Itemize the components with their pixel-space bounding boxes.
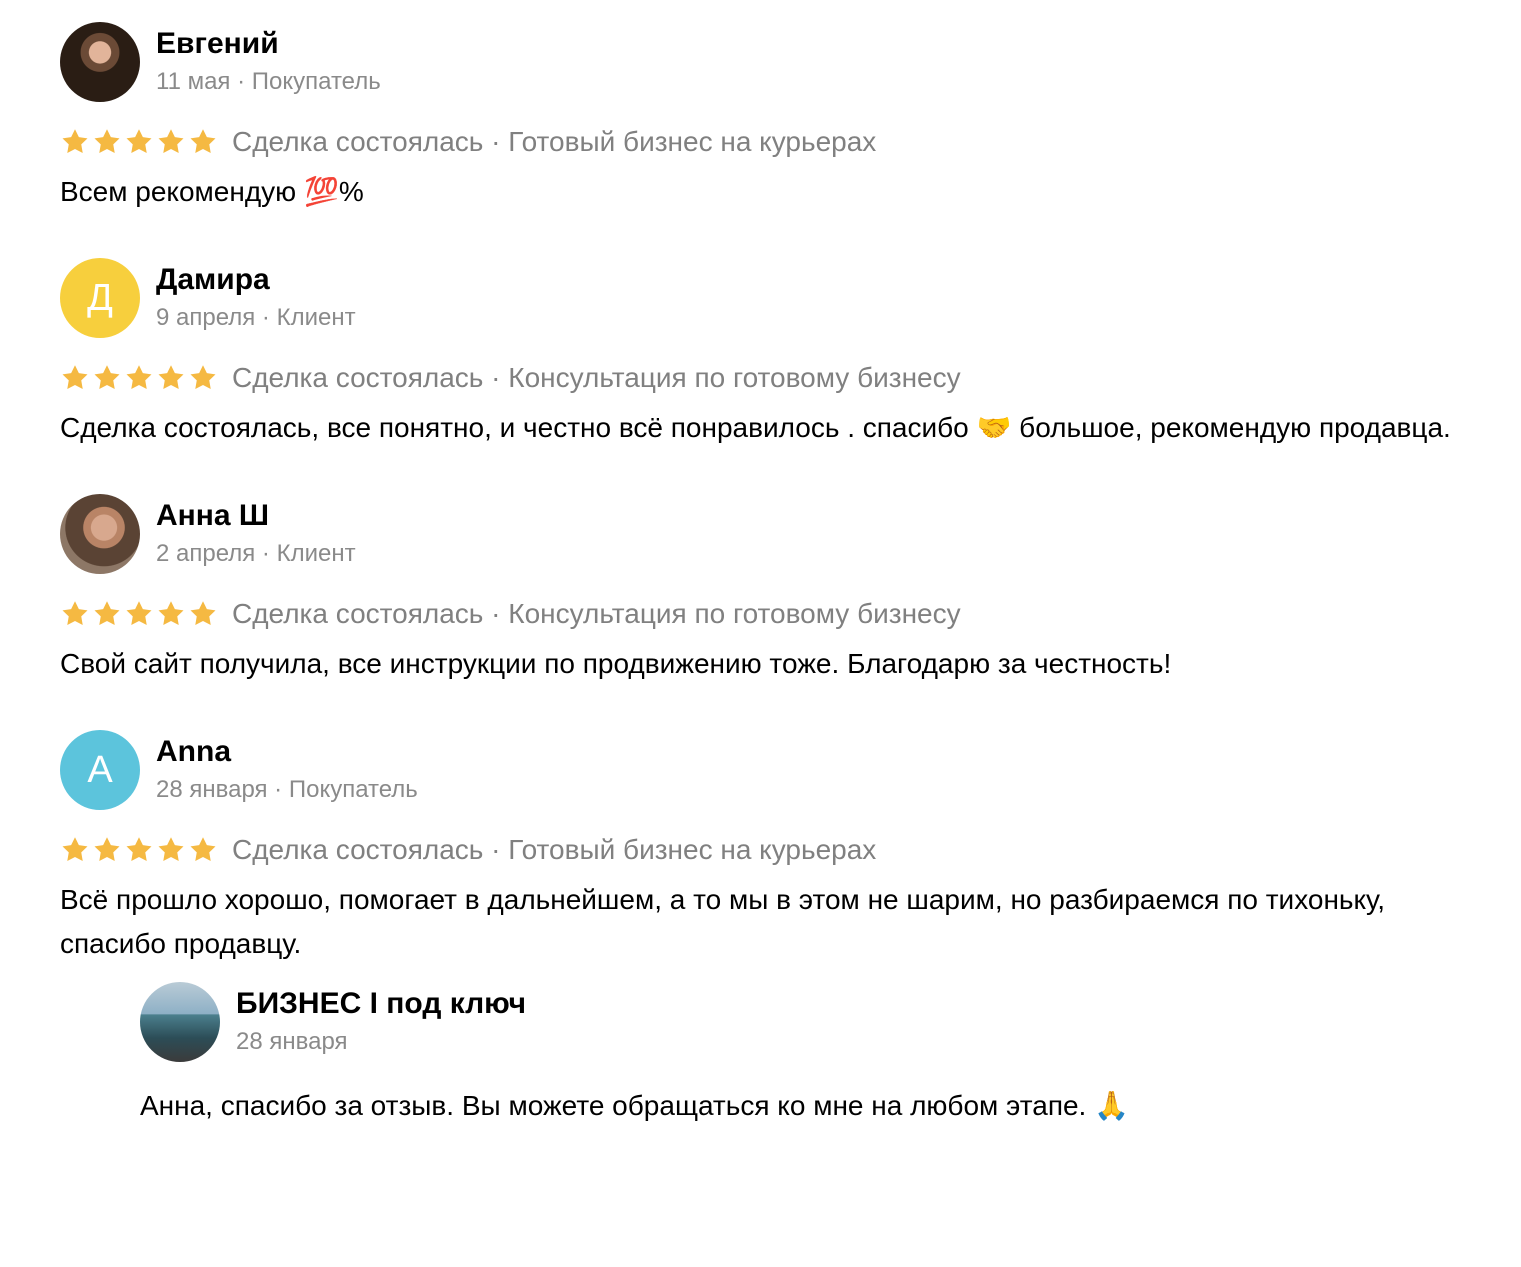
star-icon xyxy=(62,837,88,862)
rating-line: Сделка состоялась · Консультация по гото… xyxy=(60,596,1461,632)
author-block: Анна Ш 2 апреля · Клиент xyxy=(156,498,356,570)
deal-status: Сделка состоялась xyxy=(232,362,484,393)
review-item: Евгений 11 мая · Покупатель Сделка состо… xyxy=(60,22,1461,214)
star-icon xyxy=(62,129,88,154)
star-icon xyxy=(190,837,216,862)
author-name[interactable]: Дамира xyxy=(156,262,356,298)
author-role: Покупатель xyxy=(288,776,418,803)
deal-subject: Консультация по готовому бизнесу xyxy=(508,598,961,629)
star-icon xyxy=(190,601,216,626)
star-icon xyxy=(94,837,120,862)
author-role: Клиент xyxy=(276,540,356,567)
author-block: Anna 28 января · Покупатель xyxy=(156,734,418,806)
avatar[interactable] xyxy=(140,982,220,1062)
star-icon xyxy=(62,601,88,626)
star-icon xyxy=(94,365,120,390)
meta-separator: · xyxy=(255,540,277,567)
meta-separator: · xyxy=(483,126,509,157)
meta-separator: · xyxy=(483,834,509,865)
deal-subject: Готовый бизнес на курьерах xyxy=(508,126,877,157)
star-icon xyxy=(158,601,184,626)
rating-line: Сделка состоялась · Готовый бизнес на ку… xyxy=(60,832,1461,868)
meta-separator: · xyxy=(255,304,277,331)
deal-status: Сделка состоялась xyxy=(232,834,484,865)
deal-info: Сделка состоялась · Консультация по гото… xyxy=(232,598,961,630)
author-name[interactable]: Анна Ш xyxy=(156,498,356,534)
rating-line: Сделка состоялась · Готовый бизнес на ку… xyxy=(60,124,1461,160)
star-rating xyxy=(60,127,218,157)
star-icon xyxy=(126,129,152,154)
author-name[interactable]: Евгений xyxy=(156,26,381,62)
reviews-list: Евгений 11 мая · Покупатель Сделка состо… xyxy=(0,0,1521,1128)
star-icon xyxy=(158,365,184,390)
reply-header: БИЗНЕС I под ключ 28 января xyxy=(140,982,1461,1062)
deal-info: Сделка состоялась · Консультация по гото… xyxy=(232,362,961,394)
review-text: Всем рекомендую 💯% xyxy=(60,176,364,207)
deal-subject: Консультация по готовому бизнесу xyxy=(508,362,961,393)
star-icon xyxy=(126,601,152,626)
star-icon xyxy=(126,837,152,862)
star-icon xyxy=(190,365,216,390)
meta-separator: · xyxy=(483,598,509,629)
review-date: 28 января xyxy=(236,1028,348,1055)
author-role: Клиент xyxy=(276,304,356,331)
review-header: Анна Ш 2 апреля · Клиент xyxy=(60,494,1461,574)
star-icon xyxy=(94,129,120,154)
review-item: Анна Ш 2 апреля · Клиент Сделка состояла… xyxy=(60,494,1461,686)
review-date: 2 апреля xyxy=(156,540,256,567)
star-icon xyxy=(126,365,152,390)
deal-status: Сделка состоялась xyxy=(232,598,484,629)
rating-line: Сделка состоялась · Консультация по гото… xyxy=(60,360,1461,396)
meta-separator: · xyxy=(483,362,509,393)
review-header: Д Дамира 9 апреля · Клиент xyxy=(60,258,1461,338)
star-rating xyxy=(60,835,218,865)
review-item: Д Дамира 9 апреля · Клиент Сделка состоя… xyxy=(60,258,1461,450)
star-icon xyxy=(158,129,184,154)
review-meta: 11 мая · Покупатель xyxy=(156,66,381,98)
deal-status: Сделка состоялась xyxy=(232,126,484,157)
star-icon xyxy=(158,837,184,862)
star-rating xyxy=(60,599,218,629)
review-date: 9 апреля xyxy=(156,304,256,331)
deal-info: Сделка состоялась · Готовый бизнес на ку… xyxy=(232,834,876,866)
avatar[interactable]: A xyxy=(60,730,140,810)
review-date: 28 января xyxy=(156,776,268,803)
deal-info: Сделка состоялась · Готовый бизнес на ку… xyxy=(232,126,876,158)
review-meta: 28 января · Покупатель xyxy=(156,774,418,806)
review-header: A Anna 28 января · Покупатель xyxy=(60,730,1461,810)
avatar[interactable] xyxy=(60,494,140,574)
star-icon xyxy=(190,129,216,154)
reply-text: Анна, спасибо за отзыв. Вы можете обраща… xyxy=(140,1090,1129,1121)
author-role: Покупатель xyxy=(251,68,381,95)
review-text: Свой сайт получила, все инструкции по пр… xyxy=(60,648,1172,679)
author-name[interactable]: Anna xyxy=(156,734,418,770)
deal-subject: Готовый бизнес на курьерах xyxy=(508,834,877,865)
review-meta: 28 января xyxy=(236,1026,526,1058)
avatar[interactable]: Д xyxy=(60,258,140,338)
author-block: Евгений 11 мая · Покупатель xyxy=(156,26,381,98)
star-rating xyxy=(60,363,218,393)
author-block: БИЗНЕС I под ключ 28 января xyxy=(236,986,526,1058)
author-name[interactable]: БИЗНЕС I под ключ xyxy=(236,986,526,1022)
meta-separator: · xyxy=(230,68,252,95)
review-header: Евгений 11 мая · Покупатель xyxy=(60,22,1461,102)
review-item: A Anna 28 января · Покупатель Сделка сос… xyxy=(60,730,1461,1128)
star-icon xyxy=(62,365,88,390)
review-text: Всё прошло хорошо, помогает в дальнейшем… xyxy=(60,884,1386,959)
author-block: Дамира 9 апреля · Клиент xyxy=(156,262,356,334)
review-meta: 2 апреля · Клиент xyxy=(156,538,356,570)
star-icon xyxy=(94,601,120,626)
avatar[interactable] xyxy=(60,22,140,102)
review-text: Сделка состоялась, все понятно, и честно… xyxy=(60,412,1451,443)
seller-reply: БИЗНЕС I под ключ 28 января Анна, спасиб… xyxy=(140,982,1461,1128)
meta-separator: · xyxy=(267,776,289,803)
review-meta: 9 апреля · Клиент xyxy=(156,302,356,334)
review-date: 11 мая xyxy=(156,68,231,95)
